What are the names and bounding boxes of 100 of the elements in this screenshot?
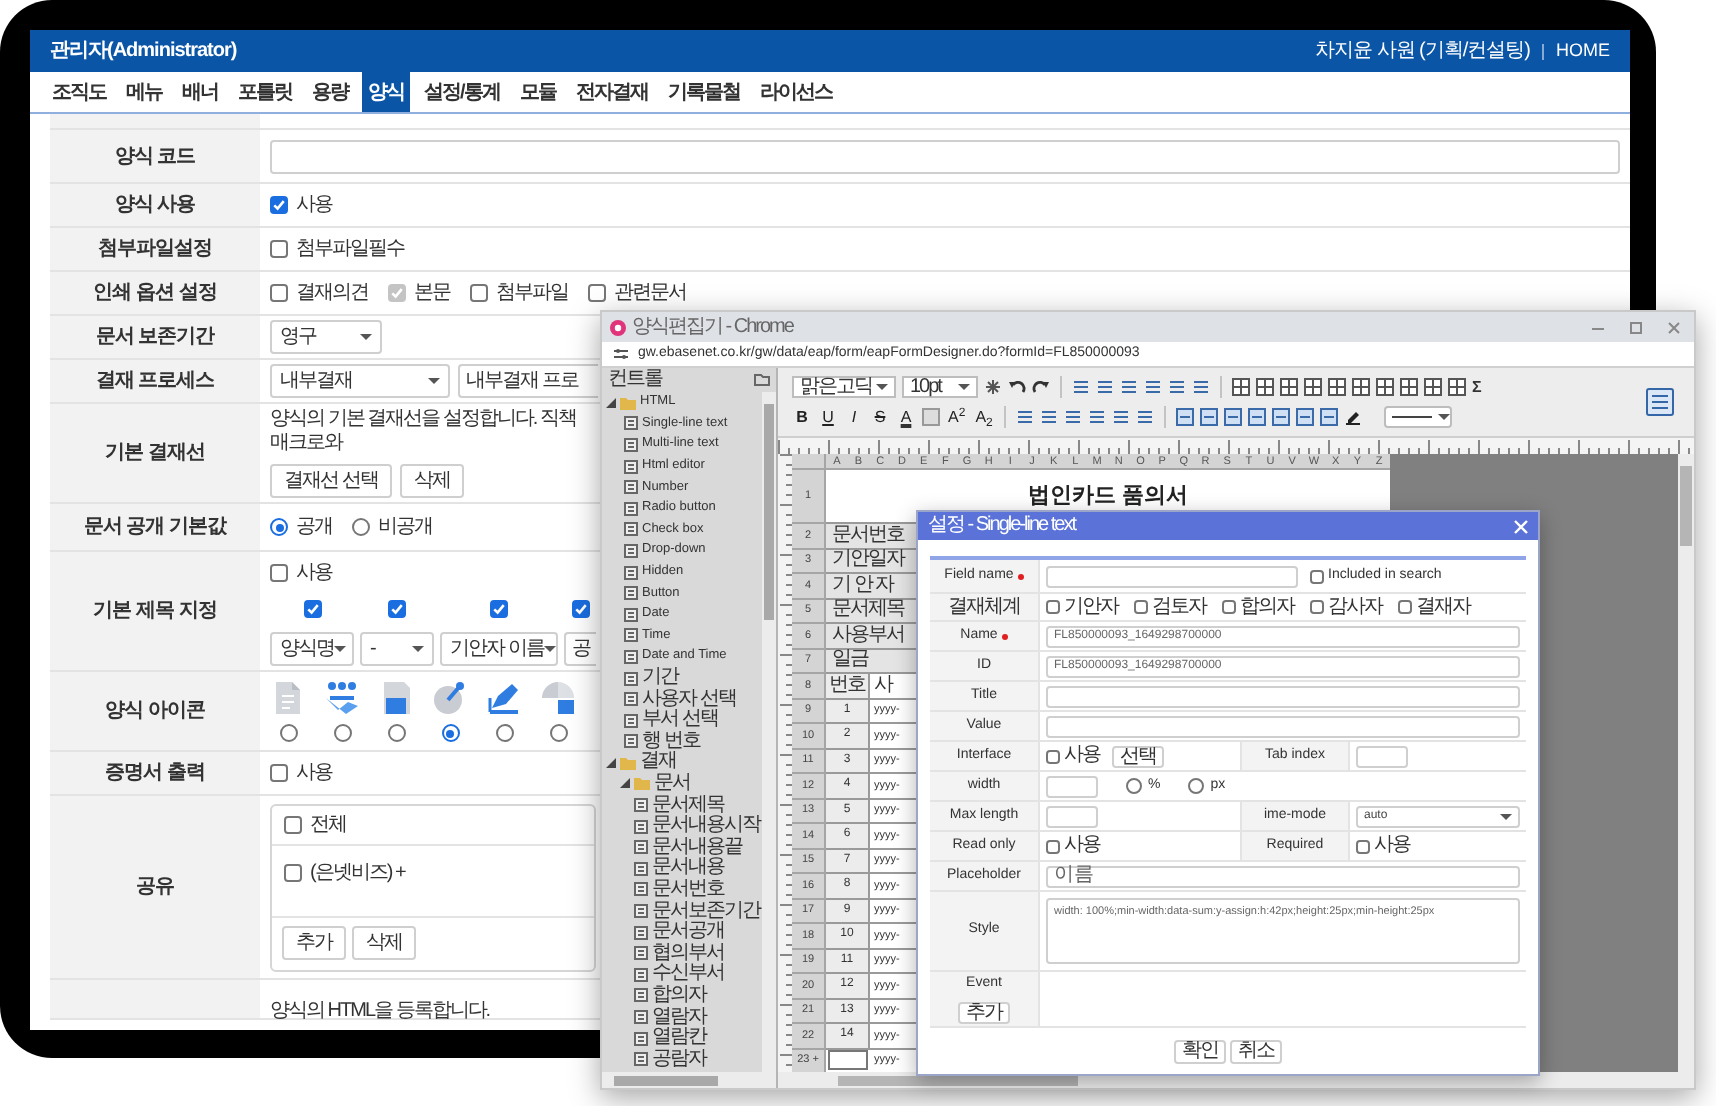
expand-arrow-icon[interactable] — [606, 757, 616, 768]
sum-button[interactable]: Σ — [1472, 378, 1482, 396]
line-style-dropdown[interactable] — [1384, 406, 1453, 428]
text-input[interactable] — [1356, 745, 1408, 767]
cell-icon[interactable] — [1272, 408, 1291, 426]
cell-icon[interactable] — [1176, 408, 1195, 426]
align-icon[interactable] — [1088, 408, 1107, 426]
radio-button[interactable] — [387, 724, 405, 742]
nav-tab[interactable]: 전자결재 — [569, 72, 654, 112]
tree-item[interactable]: 행 번호 — [642, 731, 700, 752]
tree-item[interactable]: 문서내용끝 — [652, 837, 742, 858]
dropdown[interactable]: 맑은고딕 — [792, 376, 896, 398]
dropdown[interactable]: 내부결재 — [270, 364, 450, 398]
pen-icon[interactable] — [1344, 408, 1363, 426]
tree-item[interactable]: 문서내용시작 — [652, 816, 760, 837]
dropdown[interactable]: 양식명 — [270, 631, 354, 665]
table-icon[interactable] — [1304, 378, 1322, 396]
table-icon[interactable] — [1376, 378, 1394, 396]
button[interactable]: 취소 — [1230, 1039, 1282, 1063]
cell-icon[interactable] — [1200, 408, 1219, 426]
tree-item[interactable]: 열람자 — [652, 1007, 706, 1028]
checkbox[interactable] — [284, 863, 302, 881]
checkbox[interactable] — [270, 764, 288, 782]
radio-button[interactable] — [270, 518, 288, 536]
checkbox[interactable] — [303, 599, 321, 617]
tree-item[interactable]: 문서 — [654, 773, 690, 794]
align-icon[interactable] — [1168, 378, 1186, 396]
checkbox[interactable] — [1134, 600, 1148, 614]
nav-tab[interactable]: 모듈 — [513, 72, 562, 112]
align-icon[interactable] — [1040, 408, 1059, 426]
dropdown[interactable]: 10pt — [902, 376, 978, 398]
align-icon[interactable] — [1136, 408, 1155, 426]
maximize-icon[interactable] — [1628, 319, 1644, 335]
cell-icon[interactable] — [1320, 408, 1339, 426]
checkbox[interactable] — [571, 599, 589, 617]
radio-button[interactable] — [441, 724, 459, 742]
checkbox[interactable] — [1222, 600, 1236, 614]
scrollbar[interactable] — [602, 1072, 776, 1088]
text-input[interactable] — [1046, 685, 1520, 707]
tree-item[interactable]: 사용자 선택 — [642, 689, 736, 710]
button[interactable]: 확인 — [1174, 1039, 1226, 1063]
text-input[interactable] — [1046, 775, 1098, 797]
checkbox[interactable] — [1046, 600, 1060, 614]
scrollbar[interactable] — [1678, 454, 1694, 1072]
format-button[interactable]: I — [844, 408, 864, 426]
align-icon[interactable] — [1192, 378, 1210, 396]
tree-item[interactable]: 열람칸 — [652, 1028, 706, 1049]
expand-arrow-icon[interactable] — [606, 397, 616, 408]
button[interactable]: 선택 — [1112, 745, 1164, 767]
radio-button[interactable] — [352, 518, 370, 536]
scrollbar[interactable] — [762, 392, 776, 1072]
checkbox[interactable] — [470, 284, 488, 302]
dropdown[interactable]: 기안자 이름 — [440, 631, 558, 665]
checkbox[interactable] — [1046, 749, 1060, 763]
checkbox[interactable] — [1356, 839, 1370, 853]
align-icon[interactable] — [1120, 378, 1138, 396]
asterisk-icon[interactable] — [984, 378, 1002, 396]
cell-icon[interactable] — [1296, 408, 1315, 426]
checkbox[interactable] — [1046, 839, 1060, 853]
format-button[interactable]: A$^{2}$ — [946, 408, 968, 426]
tree-item[interactable]: 부서 선택 — [642, 710, 718, 731]
undo-icon[interactable] — [1008, 378, 1026, 396]
align-icon[interactable] — [1144, 378, 1162, 396]
button[interactable]: 추가 — [958, 1001, 1010, 1024]
checkbox[interactable] — [270, 196, 288, 214]
tree-item[interactable]: 문서번호 — [652, 879, 724, 900]
checkbox[interactable] — [270, 563, 288, 581]
checkbox[interactable] — [1310, 600, 1324, 614]
format-button[interactable]: A$_{2}$ — [973, 408, 995, 426]
align-icon[interactable] — [1072, 378, 1090, 396]
text-input[interactable] — [1046, 565, 1298, 587]
text-input[interactable] — [1046, 805, 1098, 827]
nav-tab[interactable]: 양식 — [362, 72, 410, 112]
radio-button[interactable] — [495, 724, 513, 742]
button[interactable]: 결재선 선택 — [270, 464, 392, 498]
tree-item[interactable]: 합의자 — [652, 985, 706, 1006]
dropdown[interactable]: - — [360, 631, 434, 665]
format-button[interactable]: B — [792, 408, 812, 426]
table-icon[interactable] — [1328, 378, 1346, 396]
site-settings-icon[interactable] — [614, 348, 628, 360]
button[interactable]: 삭제 — [399, 464, 464, 498]
tree-item[interactable]: 문서내용 — [652, 858, 724, 879]
tree-item[interactable]: 기간 — [642, 668, 678, 689]
tree-item[interactable]: 문서제목 — [652, 795, 724, 816]
tree-item[interactable]: 협의부서 — [652, 943, 724, 964]
dropdown[interactable]: 공 — [564, 631, 596, 665]
close-icon[interactable] — [1666, 319, 1682, 335]
tree-item[interactable]: 결재 — [640, 752, 676, 773]
checkbox[interactable] — [1310, 569, 1324, 583]
cell-icon[interactable] — [1224, 408, 1243, 426]
radio-button[interactable] — [1188, 778, 1205, 794]
checkbox[interactable] — [588, 284, 606, 302]
align-icon[interactable] — [1064, 408, 1083, 426]
dropdown[interactable]: 영구 — [270, 320, 382, 354]
tree-item[interactable]: 문서공개 — [652, 922, 724, 943]
checkbox[interactable] — [270, 240, 288, 258]
cell-icon[interactable] — [1248, 408, 1267, 426]
nav-tab[interactable]: 포틀릿 — [232, 72, 298, 112]
align-icon[interactable] — [1016, 408, 1035, 426]
text-input[interactable] — [1046, 715, 1520, 737]
